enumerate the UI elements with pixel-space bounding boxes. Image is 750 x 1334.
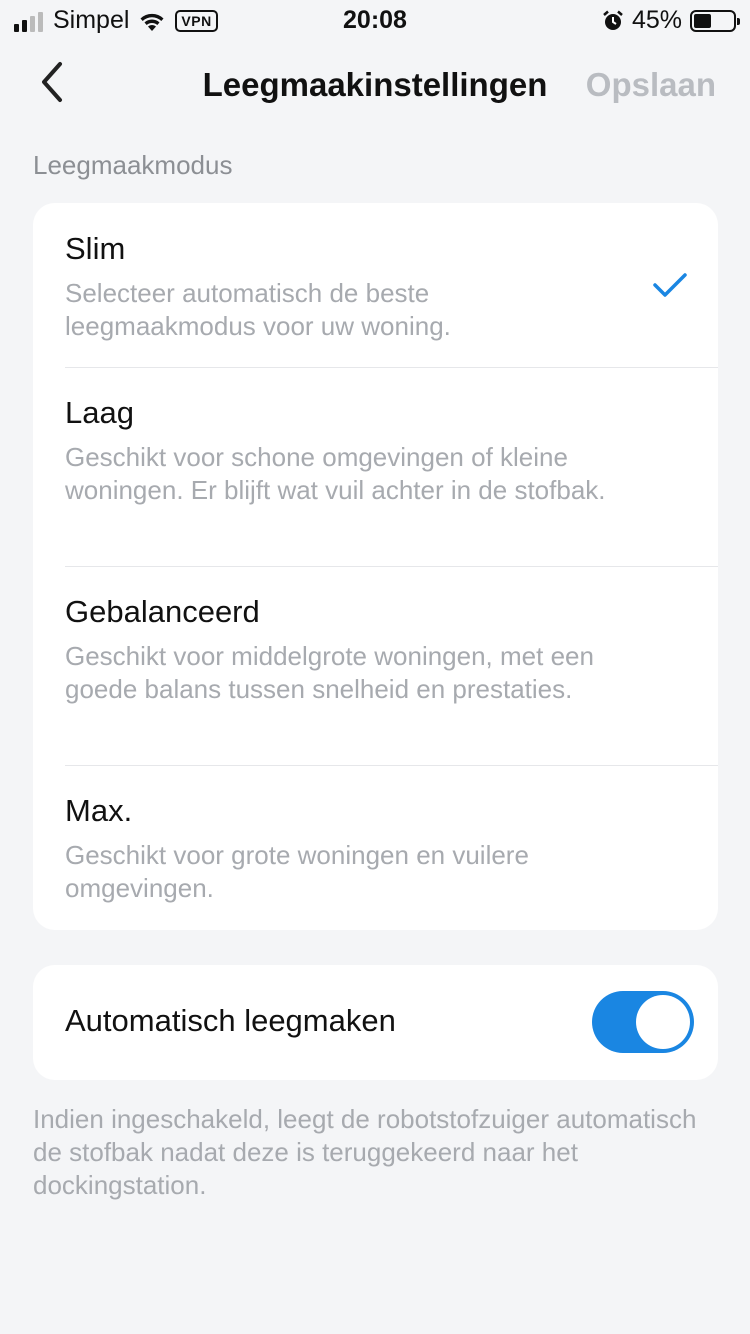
mode-description: Geschikt voor grote woningen en vuilere …	[65, 840, 529, 903]
mode-option-smart[interactable]: Slim Selecteer automatisch de beste leeg…	[33, 203, 718, 367]
status-bar-right: 45%	[602, 6, 740, 35]
save-button[interactable]: Opslaan	[586, 66, 716, 104]
mode-title: Laag	[65, 395, 134, 430]
auto-empty-toggle[interactable]	[592, 991, 694, 1053]
empty-mode-list: Slim Selecteer automatisch de beste leeg…	[33, 203, 718, 930]
status-bar: Simpel VPN 20:08 45%	[0, 0, 750, 40]
mode-description: Selecteer automatisch de beste leegmaakm…	[65, 278, 451, 341]
battery-icon	[690, 9, 740, 32]
auto-empty-note: Indien ingeschakeld, leegt de robotstofz…	[33, 1104, 697, 1200]
mode-option-max[interactable]: Max. Geschikt voor grote woningen en vui…	[33, 765, 718, 930]
navigation-bar: Leegmaakinstellingen Opslaan	[0, 48, 750, 120]
mode-description: Geschikt voor schone omgevingen of klein…	[65, 442, 606, 505]
battery-fill	[694, 13, 712, 28]
battery-percentage: 45%	[631, 6, 682, 34]
mode-description: Geschikt voor middelgrote woningen, met …	[65, 641, 594, 704]
section-label-empty-mode: Leegmaakmodus	[33, 150, 233, 180]
auto-empty-label: Automatisch leegmaken	[65, 1003, 396, 1038]
mode-option-balanced[interactable]: Gebalanceerd Geschikt voor middelgrote w…	[33, 566, 718, 765]
mode-title: Max.	[65, 793, 133, 828]
auto-empty-row: Automatisch leegmaken	[33, 965, 718, 1080]
alarm-icon	[603, 10, 623, 30]
checkmark-icon	[653, 273, 687, 297]
mode-title: Gebalanceerd	[65, 594, 260, 629]
mode-title: Slim	[65, 231, 126, 266]
toggle-knob	[636, 995, 690, 1049]
mode-option-low[interactable]: Laag Geschikt voor schone omgevingen of …	[33, 367, 718, 566]
